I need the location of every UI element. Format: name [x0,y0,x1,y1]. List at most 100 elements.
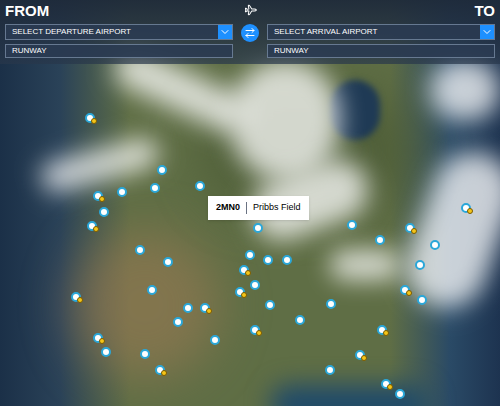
airport-marker[interactable] [381,379,391,389]
airport-marker[interactable] [325,365,335,375]
airport-icon [245,250,255,260]
airport-tooltip: 2MN0Pribbs Field [208,196,309,220]
airport-icon [140,349,150,359]
airport-icon [173,317,183,327]
runway-select[interactable]: RUNWAY [267,44,495,58]
airport-icon [375,235,385,245]
star-icon [93,226,99,232]
from-label: FROM [5,2,233,20]
airport-marker[interactable] [400,285,410,295]
airport-marker[interactable] [250,280,260,290]
airport-marker[interactable] [93,333,103,343]
airport-marker[interactable] [417,295,427,305]
field-text: RUNWAY [268,45,494,57]
airport-marker[interactable] [183,303,193,313]
airport-marker[interactable] [415,260,425,270]
plane-icon [242,2,259,19]
airport-icon [183,303,193,313]
airport-marker[interactable] [265,300,275,310]
airport-icon [101,347,111,357]
airport-marker[interactable] [93,191,103,201]
star-icon [361,355,367,361]
airport-marker[interactable] [430,240,440,250]
airport-marker[interactable] [101,347,111,357]
airport-marker[interactable] [163,257,173,267]
airport-marker[interactable] [377,325,387,335]
airport-marker[interactable] [155,365,165,375]
airport-marker[interactable] [150,183,160,193]
airport-marker[interactable] [85,113,95,123]
cloud [330,250,400,280]
star-icon [245,270,251,276]
airport-icon [430,240,440,250]
airport-marker[interactable] [235,287,245,297]
airport-marker[interactable] [245,250,255,260]
airport-marker[interactable] [140,349,150,359]
airport-icon [295,315,305,325]
route-header: FROM SELECT DEPARTURE AIRPORT RUNWAY TO SELE… [0,0,500,64]
star-icon [411,228,417,234]
airport-icon [150,183,160,193]
cloud [430,60,500,120]
star-icon [387,384,393,390]
airport-icon [163,257,173,267]
airport-icon [250,280,260,290]
runway-select[interactable]: RUNWAY [5,44,233,58]
airport-select[interactable]: SELECT ARRIVAL AIRPORT [267,24,495,40]
airport-code: 2MN0 [216,201,240,215]
field-text: SELECT ARRIVAL AIRPORT [268,26,480,38]
airport-icon [325,365,335,375]
airport-marker[interactable] [210,335,220,345]
airport-marker[interactable] [135,245,145,255]
star-icon [99,196,105,202]
airport-marker[interactable] [173,317,183,327]
airport-select[interactable]: SELECT DEPARTURE AIRPORT [5,24,233,40]
airport-marker[interactable] [347,220,357,230]
airport-marker[interactable] [405,223,415,233]
airport-icon [210,335,220,345]
airport-marker[interactable] [157,165,167,175]
airport-marker[interactable] [375,235,385,245]
field-text: SELECT DEPARTURE AIRPORT [6,26,218,38]
swap-button[interactable] [241,24,259,42]
airport-marker[interactable] [263,255,273,265]
airport-icon [135,245,145,255]
center-column [241,2,259,42]
airport-icon [415,260,425,270]
airport-icon [395,389,405,399]
star-icon [206,308,212,314]
star-icon [256,330,262,336]
airport-icon [265,300,275,310]
to-label: TO [474,2,495,20]
airport-marker[interactable] [326,299,336,309]
separator [246,202,247,214]
airport-icon [157,165,167,175]
airport-marker[interactable] [87,221,97,231]
airport-marker[interactable] [282,255,292,265]
airport-icon [195,181,205,191]
airport-marker[interactable] [355,350,365,360]
airport-icon [117,187,127,197]
airport-icon [147,285,157,295]
chevron-button[interactable] [480,25,494,39]
chevron-button[interactable] [218,25,232,39]
airport-marker[interactable] [395,389,405,399]
star-icon [161,370,167,376]
airport-marker[interactable] [99,207,109,217]
chevron-down-icon [481,26,493,38]
airport-marker[interactable] [295,315,305,325]
chevron-down-icon [219,26,231,38]
airport-icon [99,207,109,217]
airport-marker[interactable] [461,203,471,213]
airport-marker[interactable] [147,285,157,295]
airport-marker[interactable] [117,187,127,197]
airport-marker[interactable] [200,303,210,313]
airport-marker[interactable] [239,265,249,275]
airport-icon [253,223,263,233]
airport-marker[interactable] [253,223,263,233]
airport-marker[interactable] [71,292,81,302]
airport-icon [282,255,292,265]
star-icon [241,292,247,298]
airport-marker[interactable] [195,181,205,191]
airport-marker[interactable] [250,325,260,335]
